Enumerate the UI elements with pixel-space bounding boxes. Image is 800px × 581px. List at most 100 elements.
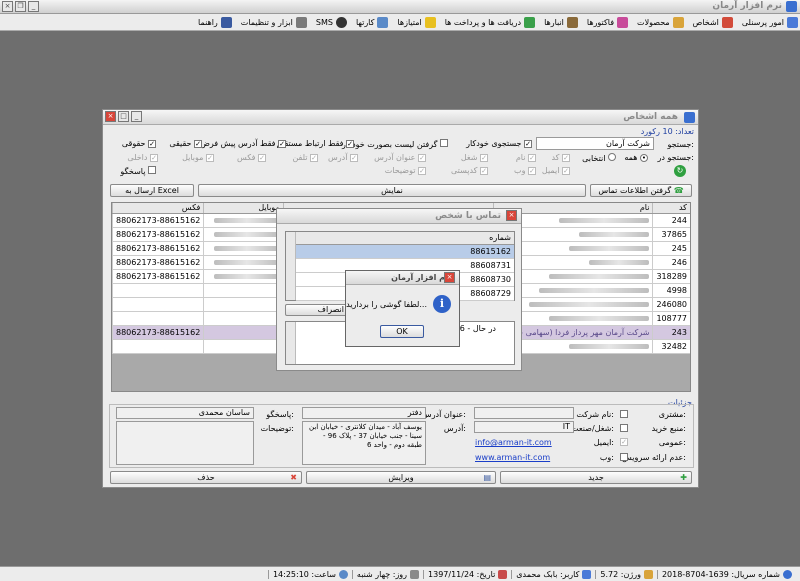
menu-persons[interactable]: اشخاص	[693, 16, 733, 28]
menu-warehouses[interactable]: انبارها	[544, 16, 578, 28]
field-address-checkbox[interactable]: آدرس ✓	[328, 153, 358, 162]
col-code[interactable]: کد	[652, 203, 690, 214]
show-button[interactable]: نمایش	[198, 184, 586, 197]
notes-field[interactable]	[116, 421, 254, 465]
buy-source-checkbox[interactable]	[620, 424, 628, 432]
close-button[interactable]: ×	[2, 1, 13, 12]
number-row-selected[interactable]: 88615162	[296, 244, 514, 259]
menu-payments[interactable]: دریافت ها و پرداخت ها	[445, 16, 536, 28]
direct-only-checkbox[interactable]: فقط ارتباط مستقیم ✓	[277, 139, 354, 148]
contact-title: تماس با شخص	[435, 211, 501, 221]
no-service-checkbox[interactable]	[620, 453, 628, 461]
company-name-label: نام شرکت:	[576, 410, 614, 419]
search-input[interactable]: شرکت آرمان	[536, 137, 654, 150]
customer-checkbox[interactable]	[620, 410, 628, 418]
job-label: شغل/صنعت:	[571, 424, 614, 433]
ok-button[interactable]: OK	[380, 325, 424, 338]
address-label: آدرس:	[443, 424, 466, 433]
field-web-checkbox[interactable]: وب ✓	[514, 166, 536, 175]
persons-window-titlebar: همه اشخاص × □ _	[103, 110, 698, 125]
message-close-button[interactable]: ×	[444, 272, 455, 283]
contact-close-button[interactable]: ×	[506, 210, 517, 221]
no-service-label: عدم ارائه سرویس:	[622, 453, 686, 462]
address-title-field[interactable]: دفتر	[302, 407, 426, 419]
general-checkbox[interactable]: ✓	[620, 438, 628, 446]
menu-sms[interactable]: SMS	[316, 16, 347, 28]
numbers-scrollbar[interactable]	[286, 232, 296, 300]
window-minimize-button[interactable]: _	[131, 111, 142, 122]
menu-cards[interactable]: کارتها	[356, 16, 389, 28]
help-book-icon	[220, 16, 232, 28]
person-icon	[721, 16, 733, 28]
delete-button[interactable]: حذف ✖	[110, 471, 302, 484]
edit-icon: ▤	[483, 473, 491, 482]
auto-search-checkbox[interactable]: جستجوی خودکار ✓	[466, 139, 532, 148]
date-status: تاریخ: 1397/11/24	[423, 569, 511, 579]
buy-source-label: منبع خرید:	[651, 424, 686, 433]
get-contacts-button[interactable]: گرفتن اطلاعات تماس ☎	[590, 184, 692, 197]
address-title-label: عنوان آدرس:	[421, 410, 466, 419]
email-label: ایمیل:	[593, 438, 614, 447]
warehouse-icon	[566, 16, 578, 28]
job-field[interactable]: IT	[474, 421, 574, 433]
time-status: ساعت: 14:25:10	[267, 569, 352, 579]
new-button[interactable]: جدید ✚	[500, 471, 692, 484]
pencil-icon	[643, 569, 653, 579]
field-name-checkbox[interactable]: نام ✓	[516, 153, 536, 162]
cancel-call-button[interactable]: انصراف☎	[285, 304, 364, 316]
legal-person-checkbox[interactable]: حقیقی ✓	[169, 139, 202, 148]
menu-tools[interactable]: ابزار و تنظیمات	[241, 16, 307, 28]
info-icon: i	[433, 295, 451, 313]
field-email-checkbox[interactable]: ایمیل ✓	[542, 166, 570, 175]
edit-button[interactable]: ویرایش ▤	[306, 471, 496, 484]
menu-products[interactable]: محصولات	[637, 16, 684, 28]
day-status: روز: چهار شنبه	[351, 569, 423, 579]
web-link[interactable]: www.arman-it.com	[475, 453, 550, 462]
card-icon	[377, 16, 389, 28]
field-extension-checkbox[interactable]: داخلی ✓	[127, 153, 158, 162]
customer-label: مشتری:	[658, 410, 686, 419]
web-label: وب:	[599, 453, 614, 462]
version-status: ورژن: 5.72	[595, 569, 657, 579]
field-code-checkbox[interactable]: کد ✓	[551, 153, 570, 162]
search-in-label: جستجو در:	[657, 153, 694, 162]
window-icon	[684, 112, 695, 123]
restore-button[interactable]: ❐	[15, 1, 26, 12]
email-link[interactable]: info@arman-it.com	[475, 438, 552, 447]
field-address-title-checkbox[interactable]: عنوان آدرس ✓	[374, 153, 426, 162]
money-icon	[524, 16, 536, 28]
responder-label: پاسخگو:	[266, 410, 294, 419]
field-fax-checkbox[interactable]: فکس ✓	[237, 153, 266, 162]
plus-icon: ✚	[680, 473, 687, 482]
field-job-checkbox[interactable]: شغل ✓	[461, 153, 488, 162]
company-name-field[interactable]	[474, 407, 574, 419]
all-radio[interactable]: همه •	[624, 153, 648, 162]
star-icon	[424, 16, 436, 28]
auto-list-checkbox[interactable]: گرفتن لیست بصورت خودکار	[342, 139, 448, 149]
window-close-button[interactable]: ×	[105, 111, 116, 122]
field-phone-checkbox[interactable]: تلفن ✓	[292, 153, 318, 162]
col-mobile[interactable]: موبایل	[203, 203, 284, 214]
call-log-scrollbar[interactable]	[286, 322, 296, 364]
juridical-person-checkbox[interactable]: حقوقی ✓	[122, 139, 156, 148]
responder-field[interactable]: ساسان محمدی	[116, 407, 254, 419]
responder-checkbox[interactable]: پاسخگو	[120, 166, 156, 176]
field-postal-checkbox[interactable]: کدپستی ✓	[451, 166, 488, 175]
optional-radio[interactable]: انتخابی	[582, 153, 616, 163]
menu-hr[interactable]: امور پرسنلی	[742, 16, 798, 28]
persons-window-title: همه اشخاص	[623, 112, 678, 122]
refresh-icon[interactable]: ↻	[674, 165, 686, 177]
menu-help[interactable]: راهنما	[198, 16, 232, 28]
field-mobile-checkbox[interactable]: موبایل ✓	[182, 153, 214, 162]
menu-points[interactable]: امتیازها	[397, 16, 436, 28]
default-address-checkbox[interactable]: فقط آدرس پیش فرض ✓	[200, 139, 286, 148]
contact-titlebar: تماس با شخص ✆ ×	[277, 209, 521, 224]
col-fax[interactable]: فکس	[111, 203, 204, 214]
minimize-button[interactable]: _	[28, 1, 39, 12]
address-field[interactable]: یوسف آباد - میدان کلانتری - خیابان ابن س…	[302, 421, 426, 465]
tools-icon	[295, 16, 307, 28]
excel-button[interactable]: ارسال به Excel	[110, 184, 194, 197]
field-notes-checkbox[interactable]: توضیحات ✓	[385, 166, 426, 175]
window-maximize-button[interactable]: □	[118, 111, 129, 122]
menu-invoices[interactable]: فاکتورها	[587, 16, 629, 28]
